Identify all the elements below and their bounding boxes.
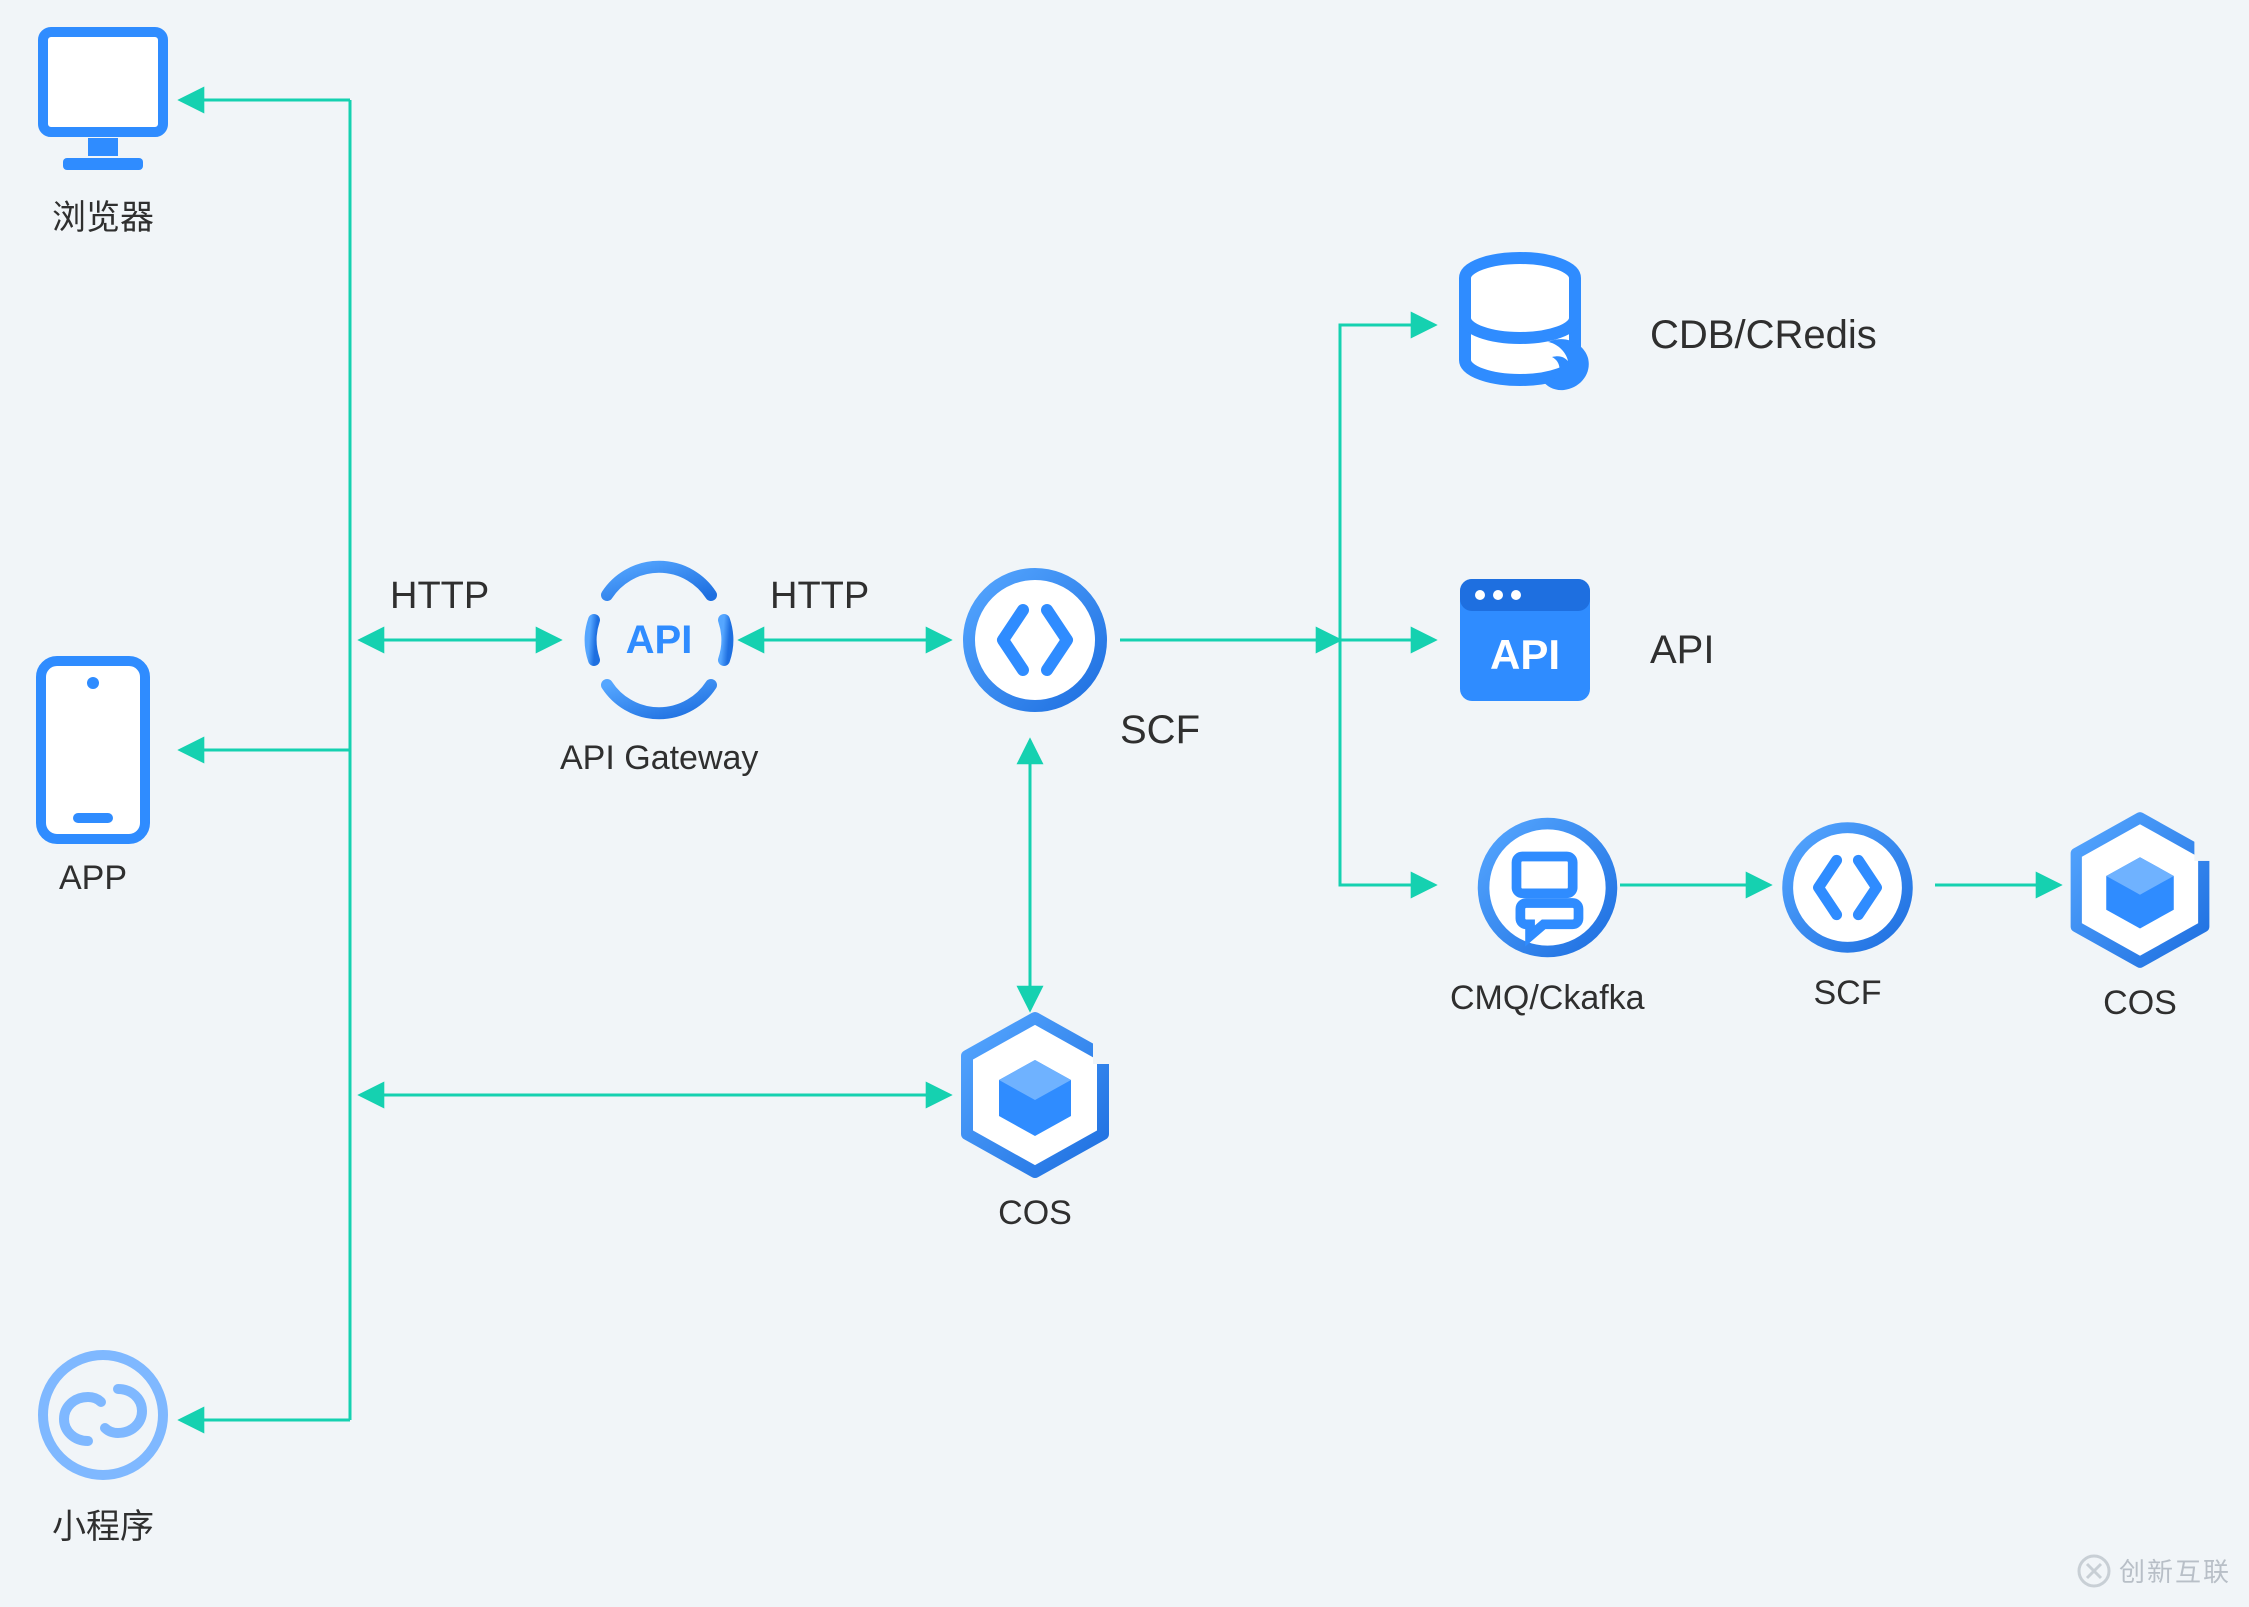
watermark-icon xyxy=(2077,1554,2111,1588)
scf-icon-2 xyxy=(1775,815,1920,960)
edge-label-http-2: HTTP xyxy=(770,575,869,618)
cos-icon-2 xyxy=(2065,810,2215,970)
label-scf: SCF xyxy=(1120,680,1200,780)
node-app: APP xyxy=(33,655,153,898)
database-icon xyxy=(1450,250,1600,400)
label-api-backend: API xyxy=(1650,600,1714,700)
node-api-backend: API xyxy=(1450,565,1600,715)
label-app: APP xyxy=(59,859,127,898)
connections-layer xyxy=(0,0,2249,1607)
node-cdb-credis xyxy=(1450,250,1600,400)
node-browser: 浏览器 xyxy=(33,26,173,239)
label-cmq-ckafka: CMQ/Ckafka xyxy=(1450,979,1645,1018)
label-scf-2: SCF xyxy=(1814,974,1882,1013)
browser-icon xyxy=(33,26,173,176)
label-browser: 浏览器 xyxy=(52,190,154,239)
api-gateway-icon: API xyxy=(574,555,744,725)
label-api-gateway: API Gateway xyxy=(560,739,758,778)
node-cos: COS xyxy=(955,1010,1115,1233)
node-cos-2: COS xyxy=(2065,810,2215,1023)
node-api-gateway: API API Gateway xyxy=(560,555,758,778)
label-cos-2: COS xyxy=(2103,984,2177,1023)
label-cos: COS xyxy=(998,1194,1072,1233)
miniprogram-icon xyxy=(33,1345,173,1485)
node-scf xyxy=(955,560,1115,720)
api-window-icon: API xyxy=(1450,565,1600,715)
edge-label-http-1: HTTP xyxy=(390,575,489,618)
svg-text:API: API xyxy=(1490,631,1560,678)
node-miniprog: 小程序 xyxy=(33,1345,173,1548)
cos-icon xyxy=(955,1010,1115,1180)
message-queue-icon xyxy=(1470,810,1625,965)
svg-text:API: API xyxy=(626,618,693,662)
watermark-text: 创新互联 xyxy=(2119,1552,2231,1589)
label-cdb-credis: CDB/CRedis xyxy=(1650,285,1877,385)
node-scf-2: SCF xyxy=(1775,815,1920,1013)
phone-icon xyxy=(33,655,153,845)
node-cmq-ckafka: CMQ/Ckafka xyxy=(1450,810,1645,1018)
scf-icon xyxy=(955,560,1115,720)
label-miniprog: 小程序 xyxy=(52,1499,154,1548)
watermark: 创新互联 xyxy=(2077,1552,2231,1589)
